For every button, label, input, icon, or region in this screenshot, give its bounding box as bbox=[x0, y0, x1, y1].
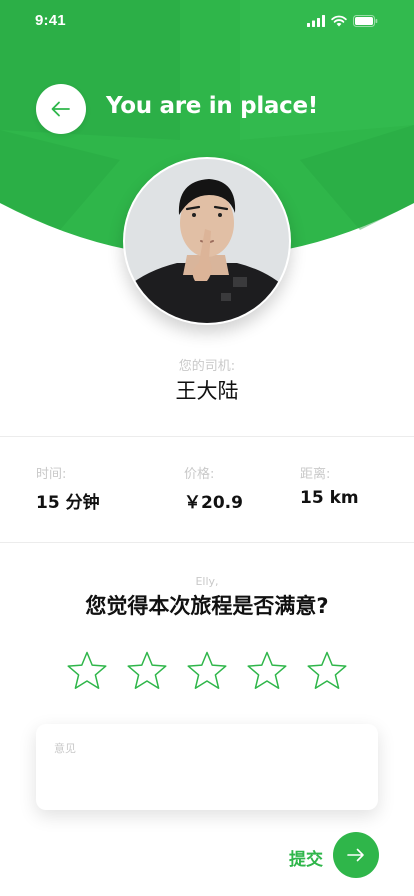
trip-distance-label: 距离: bbox=[300, 467, 331, 482]
driver-name: 王大陆 bbox=[175, 379, 239, 403]
submit-button[interactable] bbox=[333, 832, 379, 878]
trip-price: 价格: ￥20.9 bbox=[184, 467, 243, 513]
trip-time-value: 15 分钟 bbox=[36, 493, 100, 513]
star-icon[interactable] bbox=[126, 650, 168, 692]
status-icons bbox=[307, 15, 378, 27]
cellular-signal-icon bbox=[307, 15, 325, 27]
trip-distance: 距离: 15 km bbox=[300, 467, 359, 508]
battery-icon bbox=[353, 15, 378, 27]
star-icon[interactable] bbox=[246, 650, 288, 692]
driver-label: 您的司机: bbox=[178, 359, 236, 374]
feedback-box bbox=[36, 724, 378, 810]
trip-distance-value: 15 km bbox=[300, 488, 359, 508]
submit-label[interactable]: 提交 bbox=[289, 845, 323, 870]
page-title: You are in place! bbox=[106, 93, 318, 119]
arrow-right-icon bbox=[347, 848, 364, 862]
divider-bottom bbox=[0, 542, 414, 543]
trip-time: 时间: 15 分钟 bbox=[36, 467, 100, 513]
rating-question: 您觉得本次旅程是否满意? bbox=[85, 594, 329, 618]
arrow-left-icon bbox=[51, 101, 70, 117]
star-icon[interactable] bbox=[186, 650, 228, 692]
trip-time-label: 时间: bbox=[36, 467, 67, 482]
feedback-input[interactable] bbox=[54, 740, 354, 796]
ride-completed-screen: 9:41 You are in place! 您的司机: 王大陆 时间: 15 … bbox=[0, 0, 414, 896]
status-time: 9:41 bbox=[35, 12, 66, 29]
star-icon[interactable] bbox=[66, 650, 108, 692]
back-button[interactable] bbox=[36, 84, 86, 134]
star-rating bbox=[66, 650, 348, 692]
star-icon[interactable] bbox=[306, 650, 348, 692]
driver-avatar bbox=[123, 157, 291, 325]
trip-price-value: ￥20.9 bbox=[184, 493, 243, 513]
wifi-icon bbox=[331, 15, 347, 27]
trip-price-label: 价格: bbox=[184, 467, 215, 482]
rating-greeting: Elly, bbox=[195, 575, 219, 588]
status-bar: 9:41 bbox=[0, 0, 414, 44]
divider-top bbox=[0, 436, 414, 437]
